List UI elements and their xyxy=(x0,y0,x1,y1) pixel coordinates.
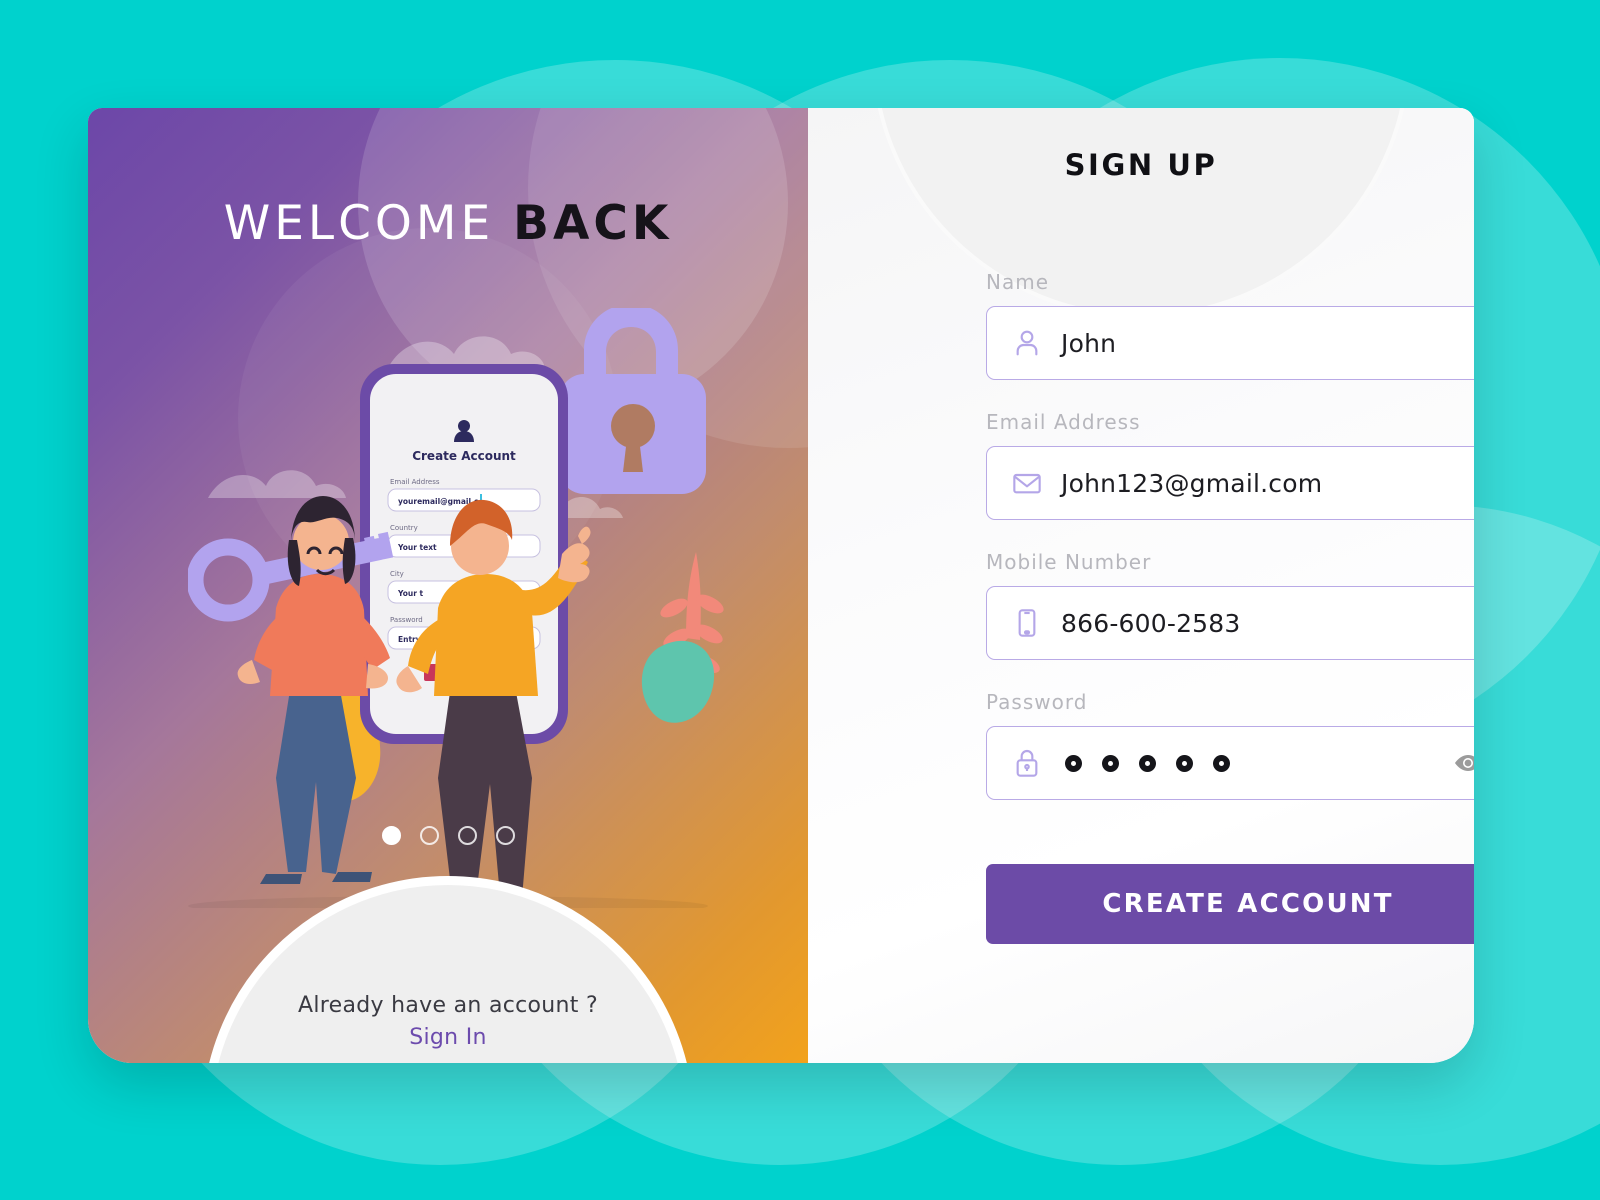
envelope-icon xyxy=(1009,465,1045,501)
email-label: Email Address xyxy=(986,410,1141,434)
person-icon xyxy=(1009,325,1045,361)
carousel-dot-3[interactable] xyxy=(457,826,477,845)
mobile-value: 866-600-2583 xyxy=(1061,608,1241,638)
back-word: BACK xyxy=(513,196,673,251)
password-dot xyxy=(1102,754,1119,772)
svg-text:Your t: Your t xyxy=(397,589,424,598)
padlock-illustration xyxy=(560,304,706,494)
lock-icon xyxy=(1009,745,1045,781)
toggle-password-visibility-icon[interactable] xyxy=(1453,752,1474,774)
svg-text:Country: Country xyxy=(390,524,418,532)
signup-screen: WELCOME BACK Create Account Email Addres… xyxy=(0,0,1600,1200)
plant-illustration xyxy=(641,552,724,723)
password-field-group: Password xyxy=(986,690,1474,800)
password-masked-value xyxy=(1065,754,1230,772)
svg-text:Email Address: Email Address xyxy=(390,478,440,486)
name-label: Name xyxy=(986,270,1050,294)
carousel-dot-4[interactable] xyxy=(495,826,515,845)
name-field-group: Name John xyxy=(986,270,1474,380)
carousel-dot-1[interactable] xyxy=(381,826,401,845)
svg-text:Your text: Your text xyxy=(397,543,437,552)
name-value: John xyxy=(1061,328,1117,358)
signup-form-panel: SIGN UP Name John Email Address John123@… xyxy=(808,108,1474,1063)
email-value: John123@gmail.com xyxy=(1061,468,1323,498)
svg-text:Create Account: Create Account xyxy=(412,449,516,463)
page-title: SIGN UP xyxy=(1064,148,1218,182)
password-dot xyxy=(1139,754,1156,772)
svg-text:Password: Password xyxy=(390,616,423,624)
email-field-group: Email Address John123@gmail.com xyxy=(986,410,1474,520)
sign-in-link[interactable]: Sign In xyxy=(211,1025,685,1050)
password-dot xyxy=(1065,754,1082,772)
create-account-button[interactable]: CREATE ACCOUNT xyxy=(986,864,1474,944)
smartphone-icon xyxy=(1009,605,1045,641)
welcome-heading: WELCOME BACK xyxy=(88,196,808,251)
password-input[interactable] xyxy=(986,726,1474,800)
carousel-dot-2[interactable] xyxy=(419,826,439,845)
carousel-dots[interactable] xyxy=(88,826,808,845)
password-dot xyxy=(1213,754,1230,772)
email-input[interactable]: John123@gmail.com xyxy=(986,446,1474,520)
already-have-account-text: Already have an account ? xyxy=(298,993,598,1018)
password-dot xyxy=(1176,754,1193,772)
signup-form: Name John Email Address John123@gmail.co… xyxy=(986,270,1474,944)
name-input[interactable]: John xyxy=(986,306,1474,380)
svg-text:City: City xyxy=(390,570,404,578)
signup-illustration: Create Account Email Address youremail@g… xyxy=(186,304,728,916)
mobile-field-group: Mobile Number 866-600-2583 xyxy=(986,550,1474,660)
mobile-label: Mobile Number xyxy=(986,550,1152,574)
signup-card: WELCOME BACK Create Account Email Addres… xyxy=(88,108,1474,1063)
password-label: Password xyxy=(986,690,1088,714)
promo-panel: WELCOME BACK Create Account Email Addres… xyxy=(88,108,808,1063)
svg-text:youremail@gmail.c: youremail@gmail.c xyxy=(398,497,478,506)
welcome-word: WELCOME xyxy=(223,196,495,251)
mobile-input[interactable]: 866-600-2583 xyxy=(986,586,1474,660)
